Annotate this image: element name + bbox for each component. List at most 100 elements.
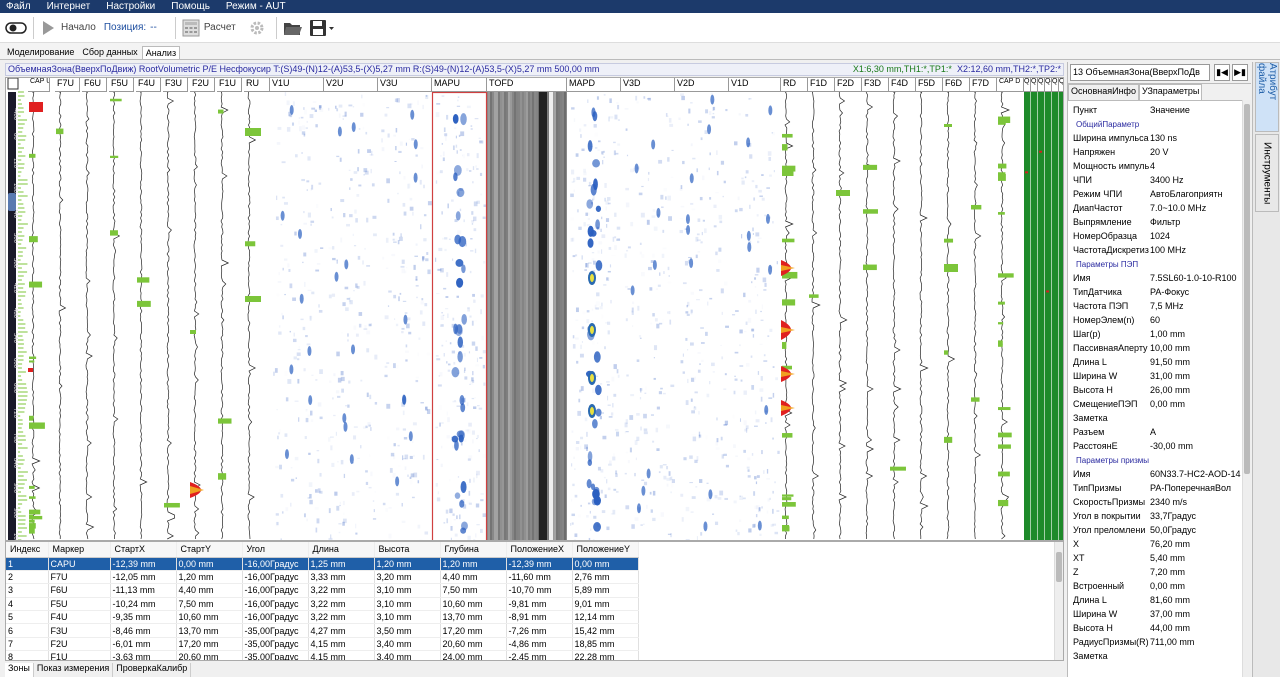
channel-header[interactable]: V2D — [675, 78, 729, 92]
channel-header[interactable]: V3D — [621, 78, 675, 92]
props-scrollbar[interactable] — [1242, 100, 1251, 677]
bottom-tab-0[interactable]: Зоны — [5, 663, 34, 677]
channel-strip[interactable] — [889, 91, 916, 541]
channel-header[interactable]: F6D — [943, 78, 970, 92]
channel-header[interactable]: V1U — [270, 78, 324, 92]
bottom-tab-1[interactable]: Показ измерения — [33, 663, 114, 677]
table-row[interactable]: 1 CAPU -12,39 mm 0,00 mm -16,00Градус 1,25 mm… — [6, 557, 639, 571]
prev-zone-button[interactable]: ▮◀ — [1214, 64, 1230, 81]
col-header[interactable]: Глубина — [440, 542, 507, 558]
channel-strip[interactable] — [1059, 91, 1064, 541]
menu-item-4[interactable]: Режим - AUT — [226, 1, 286, 12]
prop-tab-1[interactable]: УЗпараметры — [1138, 84, 1203, 100]
menu-item-2[interactable]: Настройки — [106, 1, 155, 12]
channel-strip[interactable] — [997, 91, 1024, 541]
prop-row[interactable]: Имя 7.5SL60-1.0-10-R100 — [1068, 271, 1251, 285]
col-header[interactable]: Высота — [374, 542, 441, 558]
channel-header[interactable]: MAPD — [567, 78, 621, 92]
tab-1[interactable]: Сбор данных — [78, 45, 141, 59]
tab-tools[interactable]: Инструменты — [1255, 134, 1279, 212]
channel-header[interactable]: CAP U — [28, 78, 50, 92]
channel-strip[interactable] — [916, 91, 943, 541]
prop-row[interactable]: РасстоянЕ -30,00 mm — [1068, 439, 1251, 453]
prop-row[interactable]: XT 5,40 mm — [1068, 551, 1251, 565]
table-scrollbar[interactable] — [1054, 542, 1063, 660]
channel-strip[interactable] — [835, 91, 862, 541]
table-row[interactable]: 7 F2U -6,01 mm 17,20 mm -35,00Градус 4,15 mm 3… — [6, 637, 639, 652]
channel-header[interactable]: TOFD — [487, 78, 567, 92]
prop-row[interactable]: Высота H 44,00 mm — [1068, 621, 1251, 635]
select-all-checkbox[interactable] — [7, 78, 19, 90]
bottom-tab-2[interactable]: ПроверкаКалибр — [113, 663, 192, 677]
channel-strip[interactable] — [781, 91, 808, 541]
prop-row[interactable]: Пункт Значение — [1068, 103, 1251, 117]
prop-row[interactable]: НомерЭлем(n) 60 — [1068, 313, 1251, 327]
col-header[interactable]: Маркер — [48, 542, 111, 558]
channel-strip[interactable] — [190, 91, 215, 541]
channel-header[interactable]: RD — [781, 78, 808, 92]
channel-header[interactable]: F3D — [862, 78, 889, 92]
channel-header[interactable]: F3U — [163, 78, 188, 92]
channel-strip[interactable] — [808, 91, 835, 541]
zone-select[interactable]: 13 ОбъемнаяЗона(ВверхПоДв — [1070, 64, 1210, 81]
table-row[interactable]: 5 F4U -9,35 mm 10,60 mm -16,00Градус 3,22 mm 3… — [6, 610, 639, 625]
next-zone-button[interactable]: ▶▮ — [1232, 64, 1248, 81]
channel-header[interactable]: F4D — [889, 78, 916, 92]
prop-row[interactable]: СмещениеПЭП 0,00 mm — [1068, 397, 1251, 411]
scan-view[interactable]: -460 60 120 180 240 300 360 420 480 540 600 660 720 7… — [5, 77, 1064, 541]
channel-header[interactable]: Q2 — [1031, 78, 1038, 92]
prop-row[interactable]: Высота H 26,00 mm — [1068, 383, 1251, 397]
channel-header[interactable]: F7D — [970, 78, 997, 92]
prop-row[interactable]: Длина L 91,50 mm — [1068, 355, 1251, 369]
prop-row[interactable]: НомерОбразца 1024 — [1068, 229, 1251, 243]
channel-header[interactable]: F6U — [82, 78, 107, 92]
prop-row[interactable]: РадиусПризмы(R) 711,00 mm — [1068, 635, 1251, 649]
channel-strip[interactable] — [378, 92, 432, 541]
prop-row[interactable]: ТипПризмы PA-ПоперечнаяВол — [1068, 481, 1251, 495]
channel-header[interactable]: F7U — [55, 78, 80, 92]
prop-row[interactable]: Ширина импульса 130 ns — [1068, 131, 1251, 145]
channel-strip[interactable] — [970, 91, 997, 541]
channel-header[interactable]: F4U — [136, 78, 161, 92]
channel-strip[interactable] — [136, 91, 161, 541]
col-header[interactable]: ПоложениеX — [506, 542, 573, 558]
tab-0[interactable]: Моделирование — [3, 45, 78, 59]
channel-header[interactable]: F2D — [835, 78, 862, 92]
col-header[interactable]: СтартX — [110, 542, 177, 558]
channel-strip[interactable] — [432, 92, 488, 541]
channel-header[interactable]: F1D — [808, 78, 835, 92]
channel-header[interactable]: RU — [244, 78, 270, 92]
tab-2[interactable]: Анализ — [141, 46, 181, 59]
prop-row[interactable]: СкоростьПризмы 2340 m/s — [1068, 495, 1251, 509]
prop-row[interactable]: ТипДатчика PA-Фокус — [1068, 285, 1251, 299]
col-header[interactable]: Длина — [308, 542, 375, 558]
start-button[interactable]: Начало — [40, 13, 96, 42]
channel-strip[interactable] — [28, 91, 50, 541]
prop-row[interactable]: Напряжен 20 V — [1068, 145, 1251, 159]
channel-header[interactable]: Q6 — [1059, 78, 1063, 92]
tab-file-attributes[interactable]: Атрибут файла — [1255, 62, 1279, 132]
channel-header[interactable]: V1D — [729, 78, 781, 92]
prop-row[interactable]: Имя 60N33.7-HC2-AOD-14 — [1068, 467, 1251, 481]
channel-header[interactable]: V3U — [378, 78, 432, 92]
channel-strip[interactable] — [943, 91, 970, 541]
channel-strip[interactable] — [675, 92, 730, 541]
prop-row[interactable]: Шаг(p) 1,00 mm — [1068, 327, 1251, 341]
channel-strip[interactable] — [486, 92, 567, 541]
channel-strip[interactable] — [82, 91, 107, 541]
menu-item-1[interactable]: Интернет — [47, 1, 91, 12]
prop-row[interactable]: ДиапЧастот 7.0~10.0 MHz — [1068, 201, 1251, 215]
gear-button[interactable] — [248, 13, 266, 42]
menu-item-0[interactable]: Файл — [6, 1, 31, 12]
channel-strip[interactable] — [621, 92, 676, 541]
prop-row[interactable]: Заметка — [1068, 649, 1251, 663]
prop-row[interactable]: ЧПИ 3400 Hz — [1068, 173, 1251, 187]
col-header[interactable]: СтартY — [176, 542, 243, 558]
col-header[interactable]: Угол — [242, 542, 309, 558]
channel-strip[interactable] — [55, 91, 80, 541]
channel-header[interactable]: F5U — [109, 78, 134, 92]
channel-strip[interactable] — [862, 91, 889, 541]
prop-tab-0[interactable]: ОсновнаяИнфо — [1068, 84, 1139, 100]
calc-button[interactable]: Расчет — [182, 13, 236, 42]
prop-row[interactable]: Режим ЧПИ АвтоБлагоприятн — [1068, 187, 1251, 201]
